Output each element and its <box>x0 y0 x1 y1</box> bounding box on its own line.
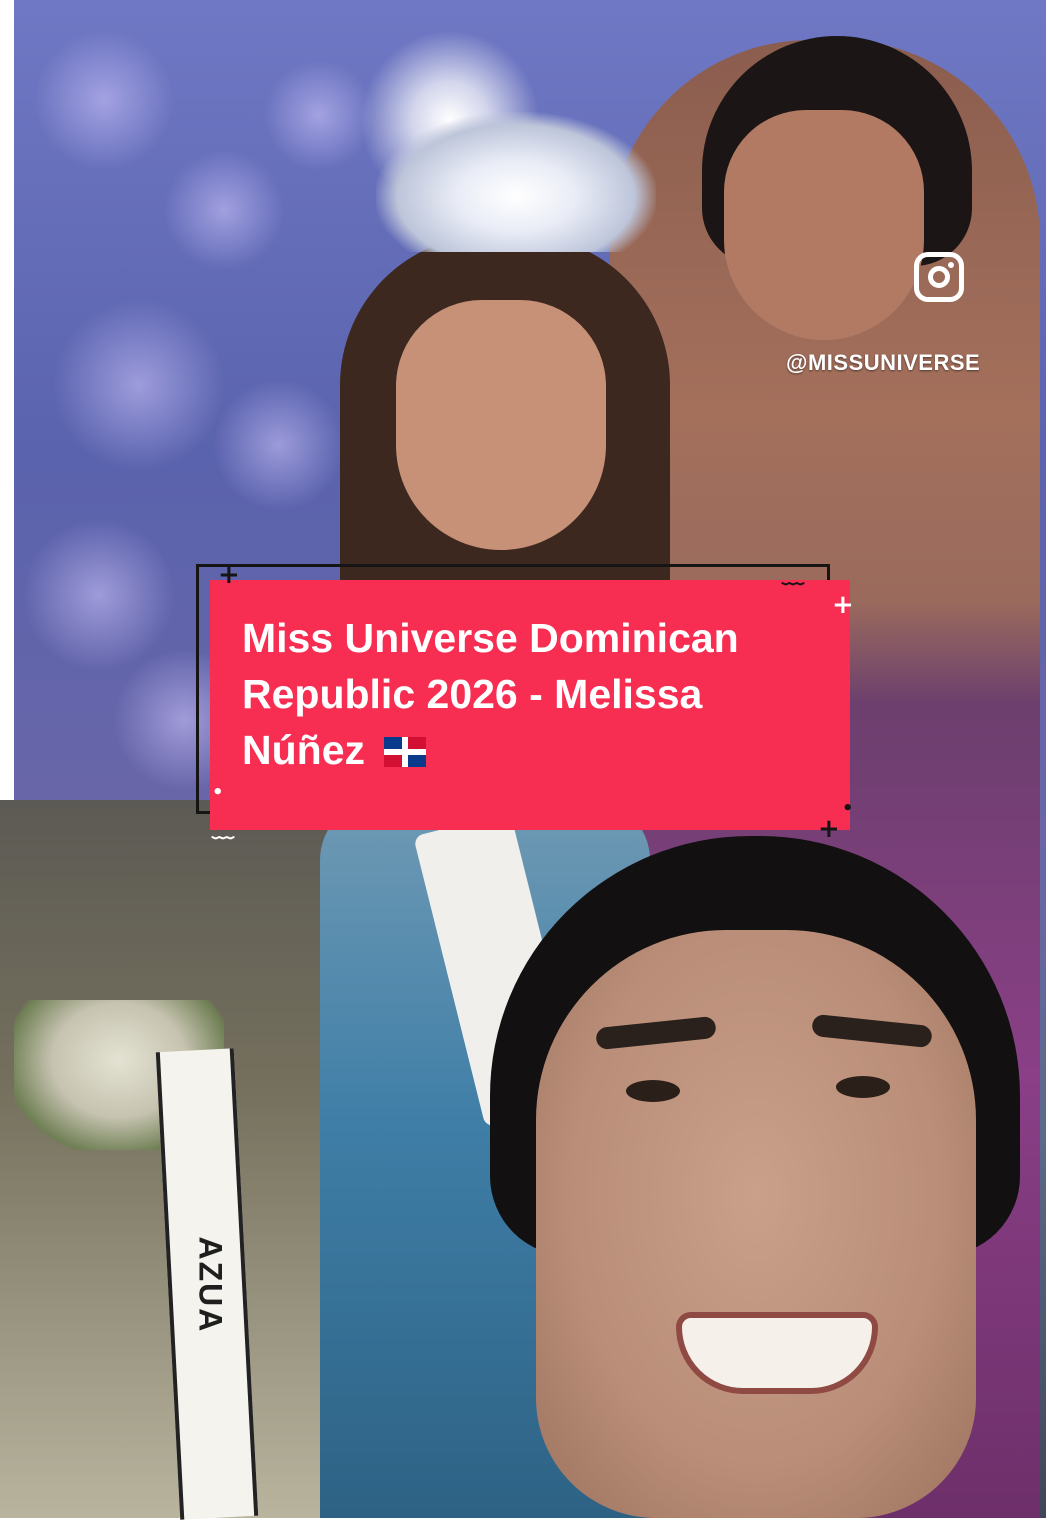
caption-line-3: Núñez <box>242 727 365 773</box>
caption-line-3-row: Núñez <box>242 722 822 778</box>
plus-decoration: + <box>218 560 240 590</box>
dominican-republic-flag-icon <box>384 737 427 767</box>
reactor-right-eye <box>836 1076 890 1098</box>
instagram-handle: @MISSUNIVERSE <box>786 350 981 375</box>
caption-line-1: Miss Universe Dominican <box>242 615 739 661</box>
host-face <box>724 110 924 340</box>
sash-text: AZUA <box>192 1236 229 1334</box>
crown <box>376 112 656 252</box>
plus-decoration: + <box>832 590 854 620</box>
reactor-left-eye <box>626 1080 680 1102</box>
zigzag-decoration: ﹏ <box>212 818 235 843</box>
zigzag-decoration: ﹏ <box>782 564 805 589</box>
dot-decoration: • <box>212 782 224 803</box>
reactor-face <box>536 930 976 1518</box>
caption-text: Miss Universe Dominican Republic 2026 - … <box>242 610 822 778</box>
reactor-smile <box>676 1312 878 1394</box>
caption-line-2: Republic 2026 - Melissa <box>242 671 703 717</box>
winner-face <box>396 300 606 550</box>
instagram-icon <box>914 252 964 302</box>
dot-decoration: • <box>842 798 854 819</box>
plus-decoration: + <box>818 814 840 844</box>
